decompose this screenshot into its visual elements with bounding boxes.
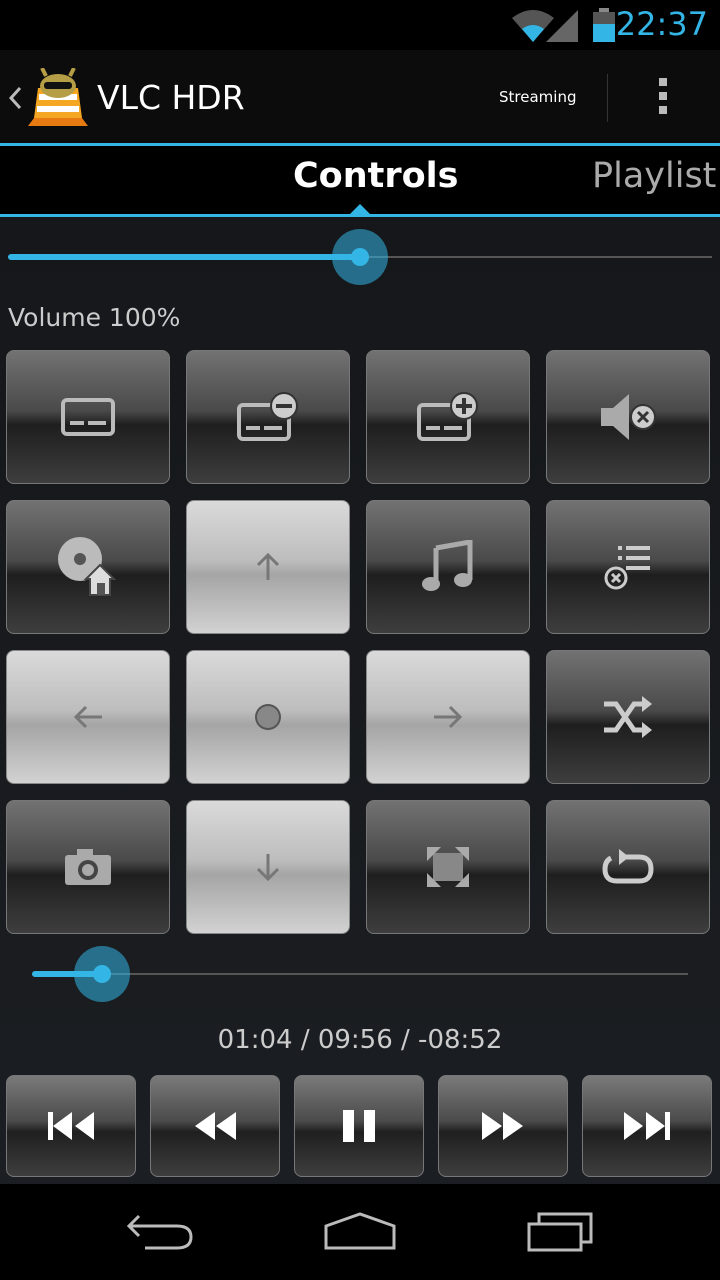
shuffle-icon — [604, 696, 652, 738]
navigate-right-button[interactable] — [366, 650, 530, 784]
time-readout: 01:04 / 09:56 / -08:52 — [217, 1025, 503, 1055]
tab-bar: Controls Playlist — [0, 146, 720, 217]
navigate-up-button[interactable] — [186, 500, 350, 634]
system-navigation-bar — [0, 1184, 720, 1280]
controls-panel: Volume 100% 01:04 / 09:56 / -08:52 — [0, 217, 720, 1184]
seek-slider-track — [32, 973, 688, 975]
pause-button[interactable] — [294, 1075, 424, 1177]
subtitles-icon — [61, 398, 115, 436]
streaming-button[interactable]: Streaming — [499, 88, 576, 106]
navigate-left-button[interactable] — [6, 650, 170, 784]
recent-apps-button[interactable] — [516, 1204, 606, 1260]
skip-next-icon — [624, 1112, 670, 1140]
seek-slider[interactable] — [32, 944, 688, 1004]
navigate-select-button[interactable] — [186, 650, 350, 784]
overflow-menu-icon[interactable] — [650, 78, 676, 120]
app-title: VLC HDR — [97, 78, 245, 117]
action-bar: VLC HDR Streaming — [0, 50, 720, 146]
subtitle-delay-minus-button[interactable] — [186, 350, 350, 484]
volume-label: Volume 100% — [8, 303, 181, 332]
home-button[interactable] — [315, 1204, 405, 1260]
clock: 22:37 — [615, 5, 708, 43]
rewind-button[interactable] — [150, 1075, 280, 1177]
dvd-menu-home-icon — [58, 537, 117, 596]
subtitle-delay-plus-button[interactable] — [366, 350, 530, 484]
back-icon — [126, 1214, 193, 1250]
skip-next-button[interactable] — [582, 1075, 712, 1177]
fast-forward-icon — [482, 1112, 523, 1140]
tab-selected-indicator — [350, 204, 370, 214]
arrow-left-icon — [73, 705, 102, 729]
seek-slider-thumb[interactable] — [74, 946, 130, 1002]
rewind-icon — [195, 1112, 236, 1140]
chevron-left-icon — [8, 86, 22, 110]
volume-slider-thumb[interactable] — [332, 229, 388, 285]
mute-icon — [601, 394, 656, 440]
mute-button[interactable] — [546, 350, 710, 484]
clear-playlist-button[interactable] — [546, 500, 710, 634]
audio-track-button[interactable] — [366, 500, 530, 634]
battery-icon — [593, 8, 615, 42]
dvd-menu-home-button[interactable] — [6, 500, 170, 634]
repeat-button[interactable] — [546, 800, 710, 934]
clear-playlist-icon — [604, 546, 650, 590]
subtitle-delay-plus-icon — [417, 392, 478, 441]
vlc-hdr-logo-icon — [28, 68, 88, 126]
cell-signal-icon — [546, 10, 578, 42]
arrow-up-icon — [256, 552, 280, 580]
action-bar-divider — [607, 74, 608, 122]
repeat-icon — [602, 849, 654, 884]
back-button[interactable] — [115, 1204, 205, 1260]
fullscreen-icon — [427, 847, 469, 887]
tab-controls[interactable]: Controls — [293, 156, 459, 196]
status-bar: 22:37 — [0, 0, 720, 50]
fullscreen-button[interactable] — [366, 800, 530, 934]
tab-playlist[interactable]: Playlist — [592, 156, 716, 196]
fast-forward-button[interactable] — [438, 1075, 568, 1177]
volume-slider[interactable] — [8, 227, 712, 287]
camera-snapshot-icon — [65, 849, 111, 885]
select-dot-icon — [255, 704, 281, 730]
home-icon — [324, 1212, 396, 1250]
navigate-down-button[interactable] — [186, 800, 350, 934]
arrow-right-icon — [434, 705, 463, 729]
audio-track-icon — [422, 540, 473, 591]
shuffle-button[interactable] — [546, 650, 710, 784]
volume-slider-fill — [8, 254, 360, 260]
arrow-down-icon — [256, 854, 280, 882]
up-navigation[interactable]: VLC HDR — [0, 50, 260, 143]
recent-apps-icon — [527, 1212, 593, 1252]
pause-icon — [343, 1110, 375, 1142]
skip-previous-icon — [48, 1112, 94, 1140]
subtitle-delay-minus-icon — [237, 392, 298, 441]
subtitles-button[interactable] — [6, 350, 170, 484]
skip-previous-button[interactable] — [6, 1075, 136, 1177]
snapshot-button[interactable] — [6, 800, 170, 934]
